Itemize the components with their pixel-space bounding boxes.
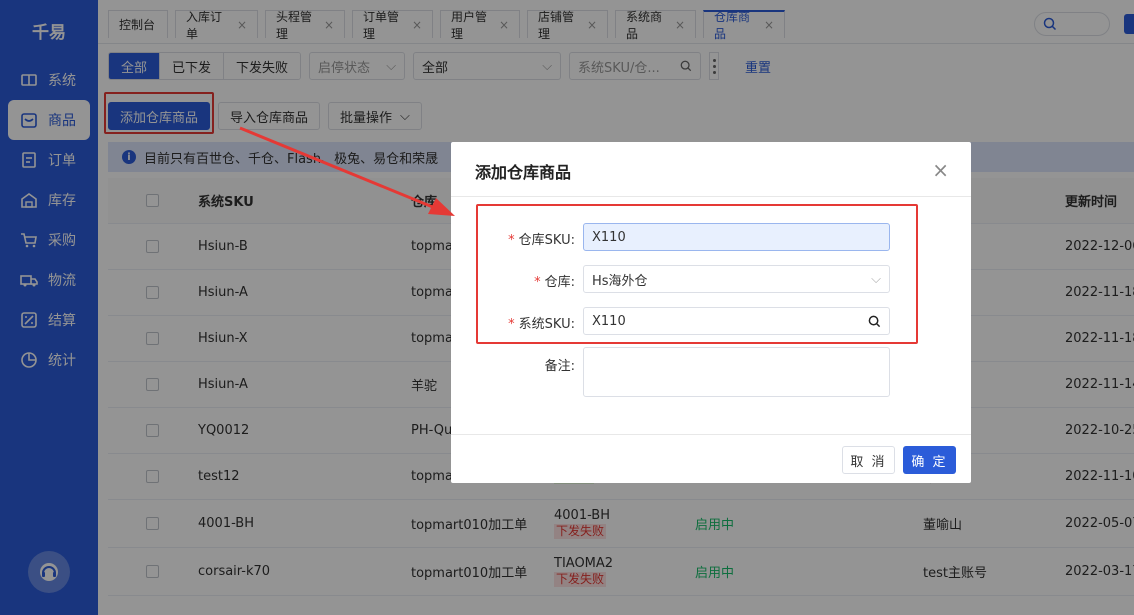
- remark-label: 备注:: [544, 359, 575, 374]
- dialog-divider: [451, 196, 971, 197]
- close-icon[interactable]: ×: [932, 158, 949, 182]
- cancel-button[interactable]: 取 消: [842, 446, 895, 474]
- dialog-footer-divider: [451, 434, 971, 435]
- remark-textarea[interactable]: [583, 347, 890, 397]
- annotation-highlight-form: [476, 204, 918, 344]
- dialog-title: 添加仓库商品: [475, 163, 572, 182]
- confirm-button[interactable]: 确 定: [903, 446, 956, 474]
